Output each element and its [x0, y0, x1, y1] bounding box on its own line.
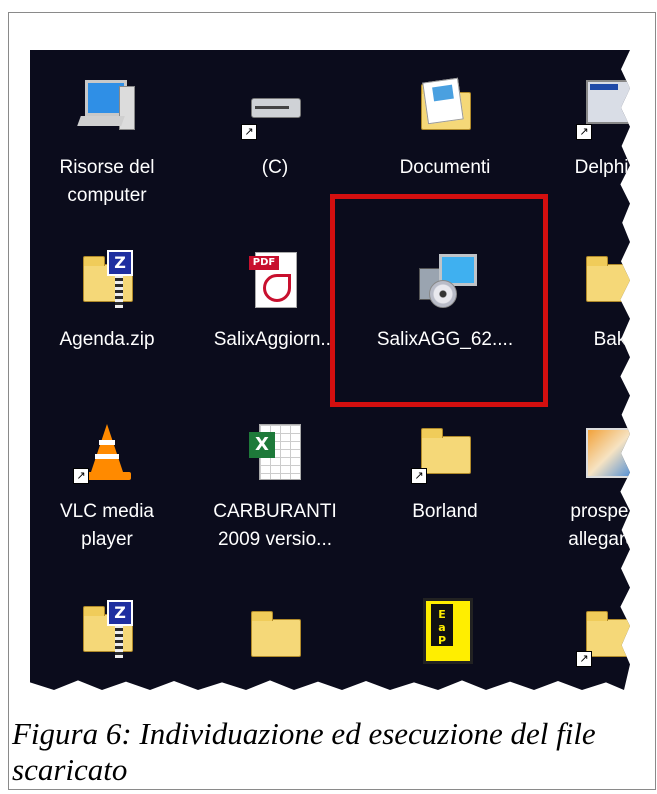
desktop-icon-borland[interactable]: ↗ Borland — [370, 422, 520, 526]
zip-folder-icon: Z — [77, 600, 137, 662]
desktop-icon-eap-bottom[interactable]: EaP — [370, 598, 520, 664]
folder-icon — [245, 605, 305, 667]
desktop-icon-documenti[interactable]: Documenti — [370, 77, 520, 182]
excel-file-icon: X — [245, 422, 305, 484]
icon-label: CARBURANTI 2009 versio... — [213, 501, 337, 550]
folder-icon: ↗ — [411, 422, 475, 484]
desktop-icon-risorse-del-computer[interactable]: Risorse del computer — [32, 78, 182, 210]
icon-label: Risorse del computer — [59, 157, 155, 206]
eap-icon: EaP — [415, 598, 475, 664]
figure-caption: Figura 6: Individuazione ed esecuzione d… — [12, 716, 596, 787]
desktop-icon-folder-bottom[interactable] — [200, 605, 350, 667]
zip-folder-icon: Z — [77, 250, 137, 312]
shortcut-arrow-icon: ↗ — [411, 468, 427, 484]
desktop-icon-zip-bottom[interactable]: Z — [32, 600, 182, 662]
icon-label: (C) — [261, 157, 289, 178]
icon-label: Documenti — [399, 157, 491, 178]
icon-label: Agenda.zip — [59, 329, 155, 350]
desktop-icon-vlc[interactable]: ↗ VLC media player — [32, 422, 182, 554]
shortcut-arrow-icon: ↗ — [73, 468, 89, 484]
icon-label: VLC media player — [60, 501, 154, 550]
desktop-icon-c-drive[interactable]: ↗ (C) — [200, 78, 350, 182]
desktop-icon-salix-aggiornamento-pdf[interactable]: PDF SalixAggiorn... — [200, 250, 350, 354]
highlight-box — [330, 194, 548, 407]
shortcut-arrow-icon: ↗ — [241, 124, 257, 140]
icon-label: SalixAggiorn... — [213, 329, 337, 350]
hard-drive-icon: ↗ — [241, 78, 305, 140]
shortcut-arrow-icon: ↗ — [576, 124, 592, 140]
vlc-icon: ↗ — [73, 422, 137, 484]
desktop-icon-agenda-zip[interactable]: Z Agenda.zip — [32, 250, 182, 354]
shortcut-arrow-icon: ↗ — [576, 651, 592, 667]
desktop-icon-carburanti-xls[interactable]: X CARBURANTI 2009 versio... — [200, 422, 350, 554]
pdf-file-icon: PDF — [245, 250, 305, 312]
my-documents-icon — [415, 77, 475, 140]
icon-label: Borland — [412, 501, 478, 522]
my-computer-icon — [77, 78, 137, 140]
